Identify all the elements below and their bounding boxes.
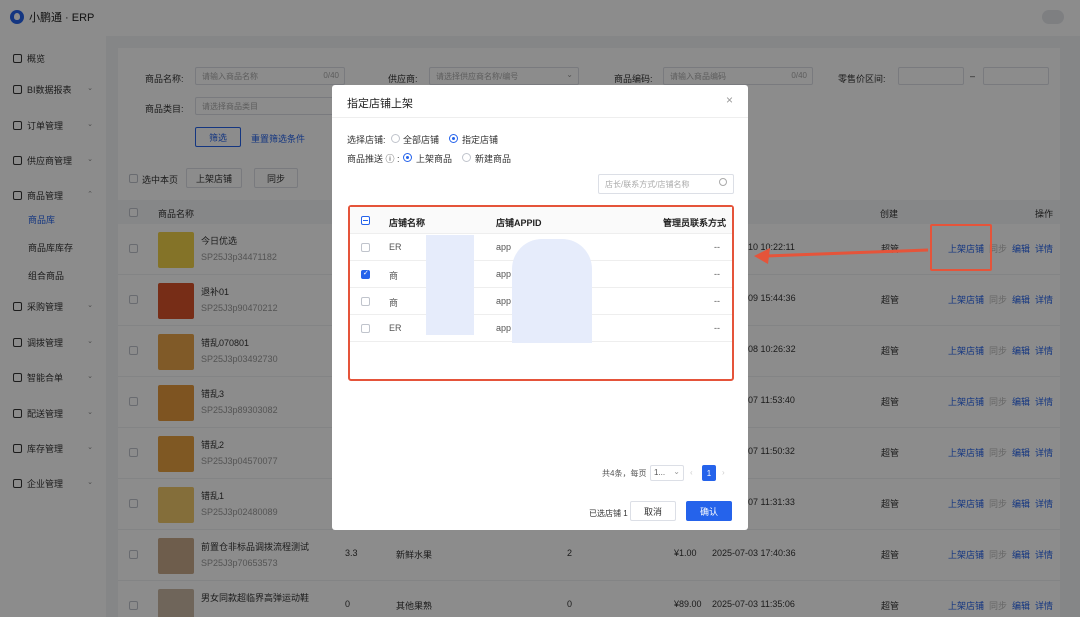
radio-all-stores-label[interactable]: 全部店铺	[403, 133, 439, 146]
pager-total: 共4条，每页	[602, 469, 647, 478]
modal-title: 指定店铺上架	[347, 98, 413, 110]
store-contact: --	[714, 242, 720, 252]
modal-divider	[332, 117, 748, 118]
store-name: 商	[389, 271, 399, 281]
select-store-label: 选择店铺:	[347, 135, 386, 145]
store-appid: app	[496, 269, 512, 279]
page-1-button[interactable]: 1	[702, 465, 716, 481]
search-icon[interactable]	[719, 178, 727, 186]
push-label: 商品推送 ⓘ :	[347, 154, 400, 164]
store-select-all-checkbox[interactable]	[361, 216, 370, 225]
store-appid: app	[496, 296, 512, 306]
next-page-icon[interactable]: ›	[722, 468, 725, 477]
page-size-select[interactable]: 1... ⌄	[650, 465, 684, 481]
store-contact: --	[714, 269, 720, 279]
store-table: 店铺名称 店铺APPID 管理员联系方式 ER1app3--商家app--商家a…	[348, 205, 734, 381]
prev-page-icon[interactable]: ‹	[690, 468, 693, 477]
redaction-blur	[426, 235, 474, 335]
radio-specified-stores[interactable]	[449, 134, 458, 143]
radio-list-product[interactable]	[403, 153, 412, 162]
store-row-checkbox[interactable]	[361, 324, 370, 333]
store-search-placeholder: 店长/联系方式/店铺名称	[605, 180, 690, 189]
store-appid: app	[496, 242, 512, 252]
annotation-arrow-icon	[754, 248, 929, 264]
store-contact: --	[714, 296, 720, 306]
page-size-value: 1...	[654, 468, 666, 477]
redaction-blur	[512, 239, 592, 343]
confirm-button[interactable]: 确认	[686, 501, 732, 521]
cancel-button[interactable]: 取消	[630, 501, 676, 521]
store-row-checkbox[interactable]	[361, 269, 370, 279]
selected-count: 已选店铺 1	[589, 509, 628, 518]
radio-new-product-label[interactable]: 新建商品	[475, 152, 511, 165]
col-admin-contact: 管理员联系方式	[663, 218, 727, 228]
radio-all-stores[interactable]	[391, 134, 400, 143]
store-name: ER	[389, 242, 402, 252]
store-row-checkbox[interactable]	[361, 297, 370, 306]
store-search-input[interactable]: 店长/联系方式/店铺名称	[598, 174, 734, 194]
store-row-checkbox[interactable]	[361, 243, 370, 252]
store-listing-modal: 指定店铺上架 × 选择店铺: 全部店铺 指定店铺 商品推送 ⓘ : 上架商品 新…	[332, 85, 748, 530]
app-root: 小鹏通 · ERP 商品库 商品库库存 组合商品 概览 BI数据报表 ⌄ 订单管理 ⌄ 供…	[0, 0, 1080, 617]
store-appid: app	[496, 323, 512, 333]
chevron-down-icon: ⌄	[673, 467, 680, 476]
radio-new-product[interactable]	[462, 153, 471, 162]
store-name: ER	[389, 323, 402, 333]
radio-specified-stores-label[interactable]: 指定店铺	[462, 133, 498, 146]
radio-list-product-label[interactable]: 上架商品	[416, 152, 452, 165]
col-store-appid: 店铺APPID	[496, 218, 542, 228]
annotation-highlight-list-shop	[930, 224, 992, 271]
store-contact: --	[714, 323, 720, 333]
col-store-name: 店铺名称	[389, 218, 426, 228]
store-table-header: 店铺名称 店铺APPID 管理员联系方式	[350, 207, 732, 234]
close-icon[interactable]: ×	[726, 93, 733, 107]
store-name: 商	[389, 298, 399, 308]
